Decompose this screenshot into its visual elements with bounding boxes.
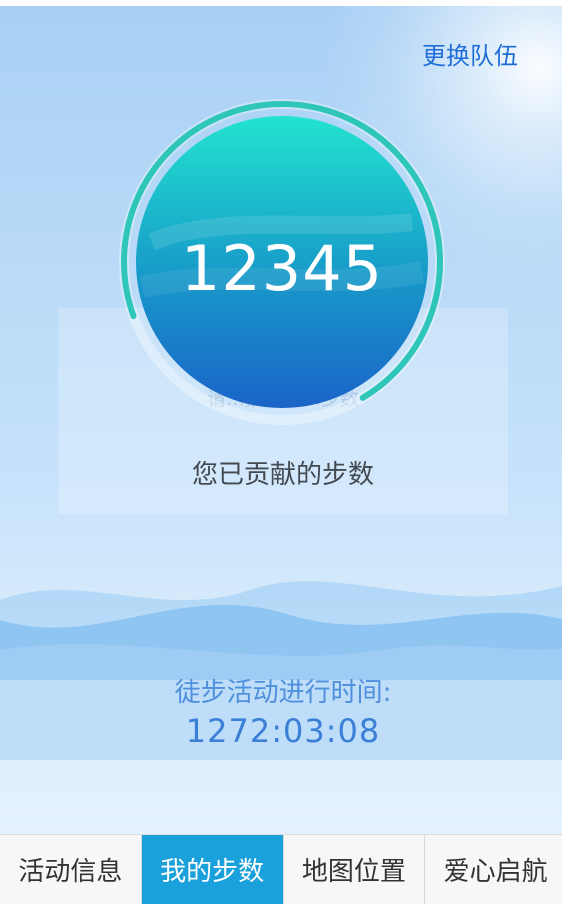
- contributed-steps-label: 您已贡献的步数: [191, 460, 374, 490]
- tab-activity-info[interactable]: 活动信息: [0, 835, 142, 904]
- steps-count: 12345: [180, 232, 384, 305]
- app-screen: 更换队伍 用户未授权 请…授权后…步数 12345 您已贡献的步数: [0, 0, 566, 904]
- top-edge: [0, 0, 566, 6]
- switch-team-link[interactable]: 更换队伍: [422, 36, 518, 71]
- tab-my-steps[interactable]: 我的步数: [141, 835, 284, 904]
- steps-circle: 12345: [112, 92, 452, 432]
- tab-map-location[interactable]: 地图位置: [284, 835, 426, 904]
- walk-elapsed-time: 1272:03:08: [185, 712, 381, 750]
- tab-love-voyage[interactable]: 爱心启航: [425, 835, 566, 904]
- right-edge: [562, 0, 566, 904]
- walk-elapsed-label: 徒步活动进行时间:: [174, 678, 392, 708]
- bottom-tab-bar: 活动信息 我的步数 地图位置 爱心启航: [0, 834, 566, 904]
